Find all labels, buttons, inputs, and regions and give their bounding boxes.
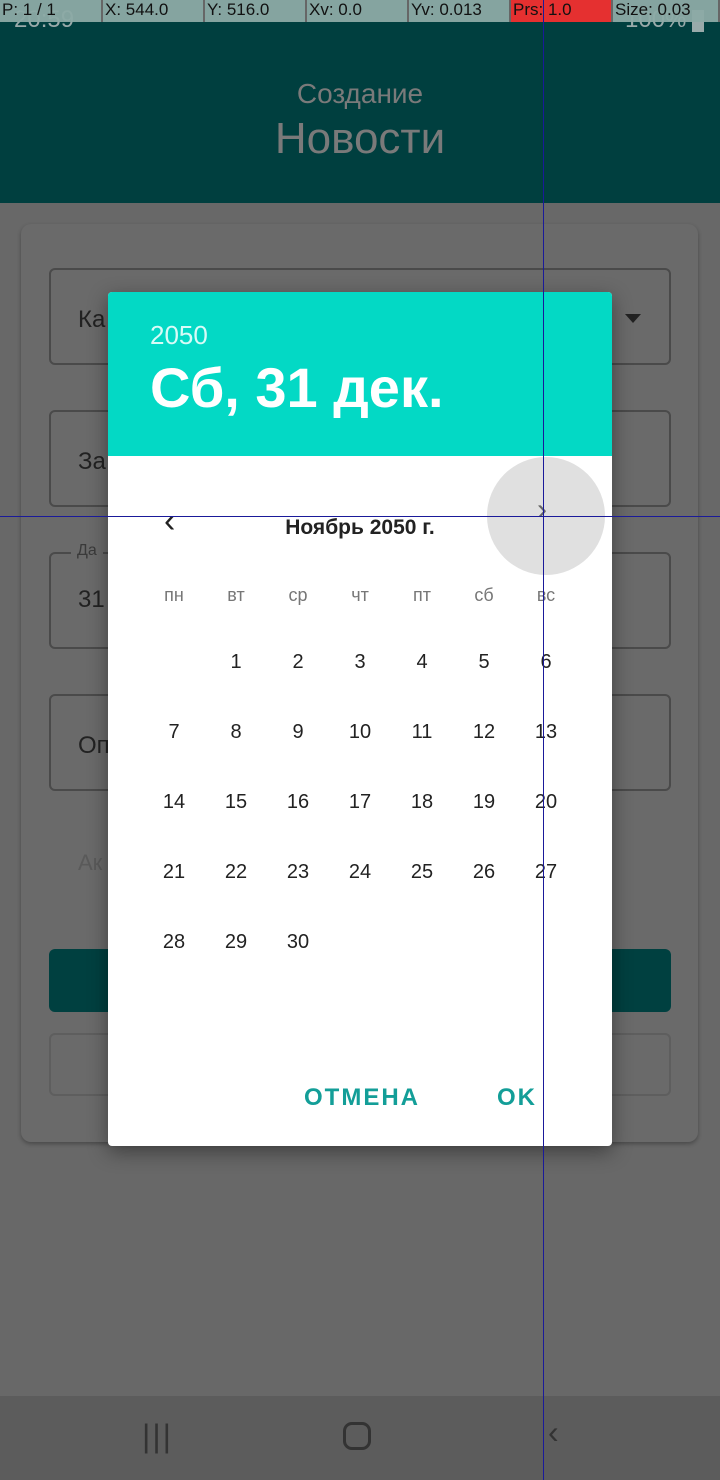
debug-y: Y: 516.0 xyxy=(205,0,307,22)
calendar-day[interactable]: 7 xyxy=(149,721,199,744)
cancel-button[interactable]: ОТМЕНА xyxy=(304,1084,420,1112)
calendar-day[interactable]: 24 xyxy=(335,861,385,884)
calendar-day[interactable]: 19 xyxy=(459,791,509,814)
back-icon[interactable]: ‹ xyxy=(548,1414,559,1451)
header-title: Новости xyxy=(274,114,446,163)
weekday-header: вс xyxy=(536,585,556,605)
debug-overlay: P: 1 / 1 X: 544.0 Y: 516.0 Xv: 0.0 Yv: 0… xyxy=(0,0,720,22)
calendar-day[interactable]: 11 xyxy=(397,721,447,744)
weekday-header: вт xyxy=(227,585,245,605)
calendar-day[interactable]: 20 xyxy=(521,791,571,814)
calendar-day[interactable]: 26 xyxy=(459,861,509,884)
calendar-day[interactable]: 10 xyxy=(335,721,385,744)
debug-xv: Xv: 0.0 xyxy=(307,0,409,22)
calendar-day[interactable]: 8 xyxy=(211,721,261,744)
calendar-day[interactable]: 23 xyxy=(273,861,323,884)
weekday-header: чт xyxy=(351,585,369,605)
title-placeholder: За xyxy=(78,448,106,475)
date-label: Да xyxy=(71,542,103,560)
calendar-day[interactable]: 15 xyxy=(211,791,261,814)
weekday-header: пт xyxy=(413,585,431,605)
calendar-day[interactable]: 3 xyxy=(335,651,385,674)
calendar-day[interactable]: 6 xyxy=(521,651,571,674)
app-header: Создание Новости xyxy=(0,40,720,203)
weekday-header: ср xyxy=(288,585,308,605)
calendar-day[interactable]: 14 xyxy=(149,791,199,814)
recent-apps-icon[interactable]: ||| xyxy=(142,1418,173,1455)
calendar-day[interactable]: 30 xyxy=(273,931,323,954)
dropdown-arrow-icon xyxy=(625,314,641,331)
calendar-day[interactable]: 17 xyxy=(335,791,385,814)
ok-button[interactable]: OK xyxy=(497,1084,537,1112)
calendar-day[interactable]: 25 xyxy=(397,861,447,884)
debug-pressure: Prs: 1.0 xyxy=(511,0,613,22)
crosshair-horizontal xyxy=(0,516,720,517)
home-icon[interactable] xyxy=(343,1422,371,1450)
calendar-day[interactable]: 29 xyxy=(211,931,261,954)
calendar-day[interactable]: 5 xyxy=(459,651,509,674)
calendar-day[interactable]: 16 xyxy=(273,791,323,814)
date-picker-header: 2050 Сб, 31 дек. xyxy=(108,292,612,456)
calendar-day[interactable]: 13 xyxy=(521,721,571,744)
next-month-icon: › xyxy=(537,493,547,526)
date-picker-dialog: 2050 Сб, 31 дек. Ноябрь 2050 г. ‹ › пн вт… xyxy=(108,292,612,1146)
calendar-day[interactable]: 12 xyxy=(459,721,509,744)
weekday-header: сб xyxy=(474,585,494,605)
navigation-bar: ||| ‹ xyxy=(0,1396,720,1480)
prev-month-icon[interactable]: ‹ xyxy=(164,502,175,541)
calendar-day[interactable]: 28 xyxy=(149,931,199,954)
calendar-day[interactable]: 2 xyxy=(273,651,323,674)
debug-x: X: 544.0 xyxy=(103,0,205,22)
weekday-header: пн xyxy=(164,585,184,605)
debug-pointer: P: 1 / 1 xyxy=(0,0,103,22)
date-value: 31 xyxy=(78,586,105,613)
debug-size: Size: 0.03 xyxy=(613,0,720,22)
calendar-day[interactable]: 21 xyxy=(149,861,199,884)
active-toggle-label[interactable]: Ак xyxy=(78,850,102,876)
calendar-day[interactable]: 27 xyxy=(521,861,571,884)
calendar-day[interactable]: 4 xyxy=(397,651,447,674)
category-label: Ка xyxy=(78,306,106,333)
calendar-day[interactable]: 1 xyxy=(211,651,261,674)
calendar-day[interactable]: 22 xyxy=(211,861,261,884)
debug-yv: Yv: 0.013 xyxy=(409,0,511,22)
calendar-day[interactable]: 18 xyxy=(397,791,447,814)
crosshair-vertical xyxy=(543,0,544,1480)
description-placeholder: Оп xyxy=(78,732,110,759)
header-subtitle: Создание xyxy=(296,78,424,109)
calendar-day[interactable]: 9 xyxy=(273,721,323,744)
